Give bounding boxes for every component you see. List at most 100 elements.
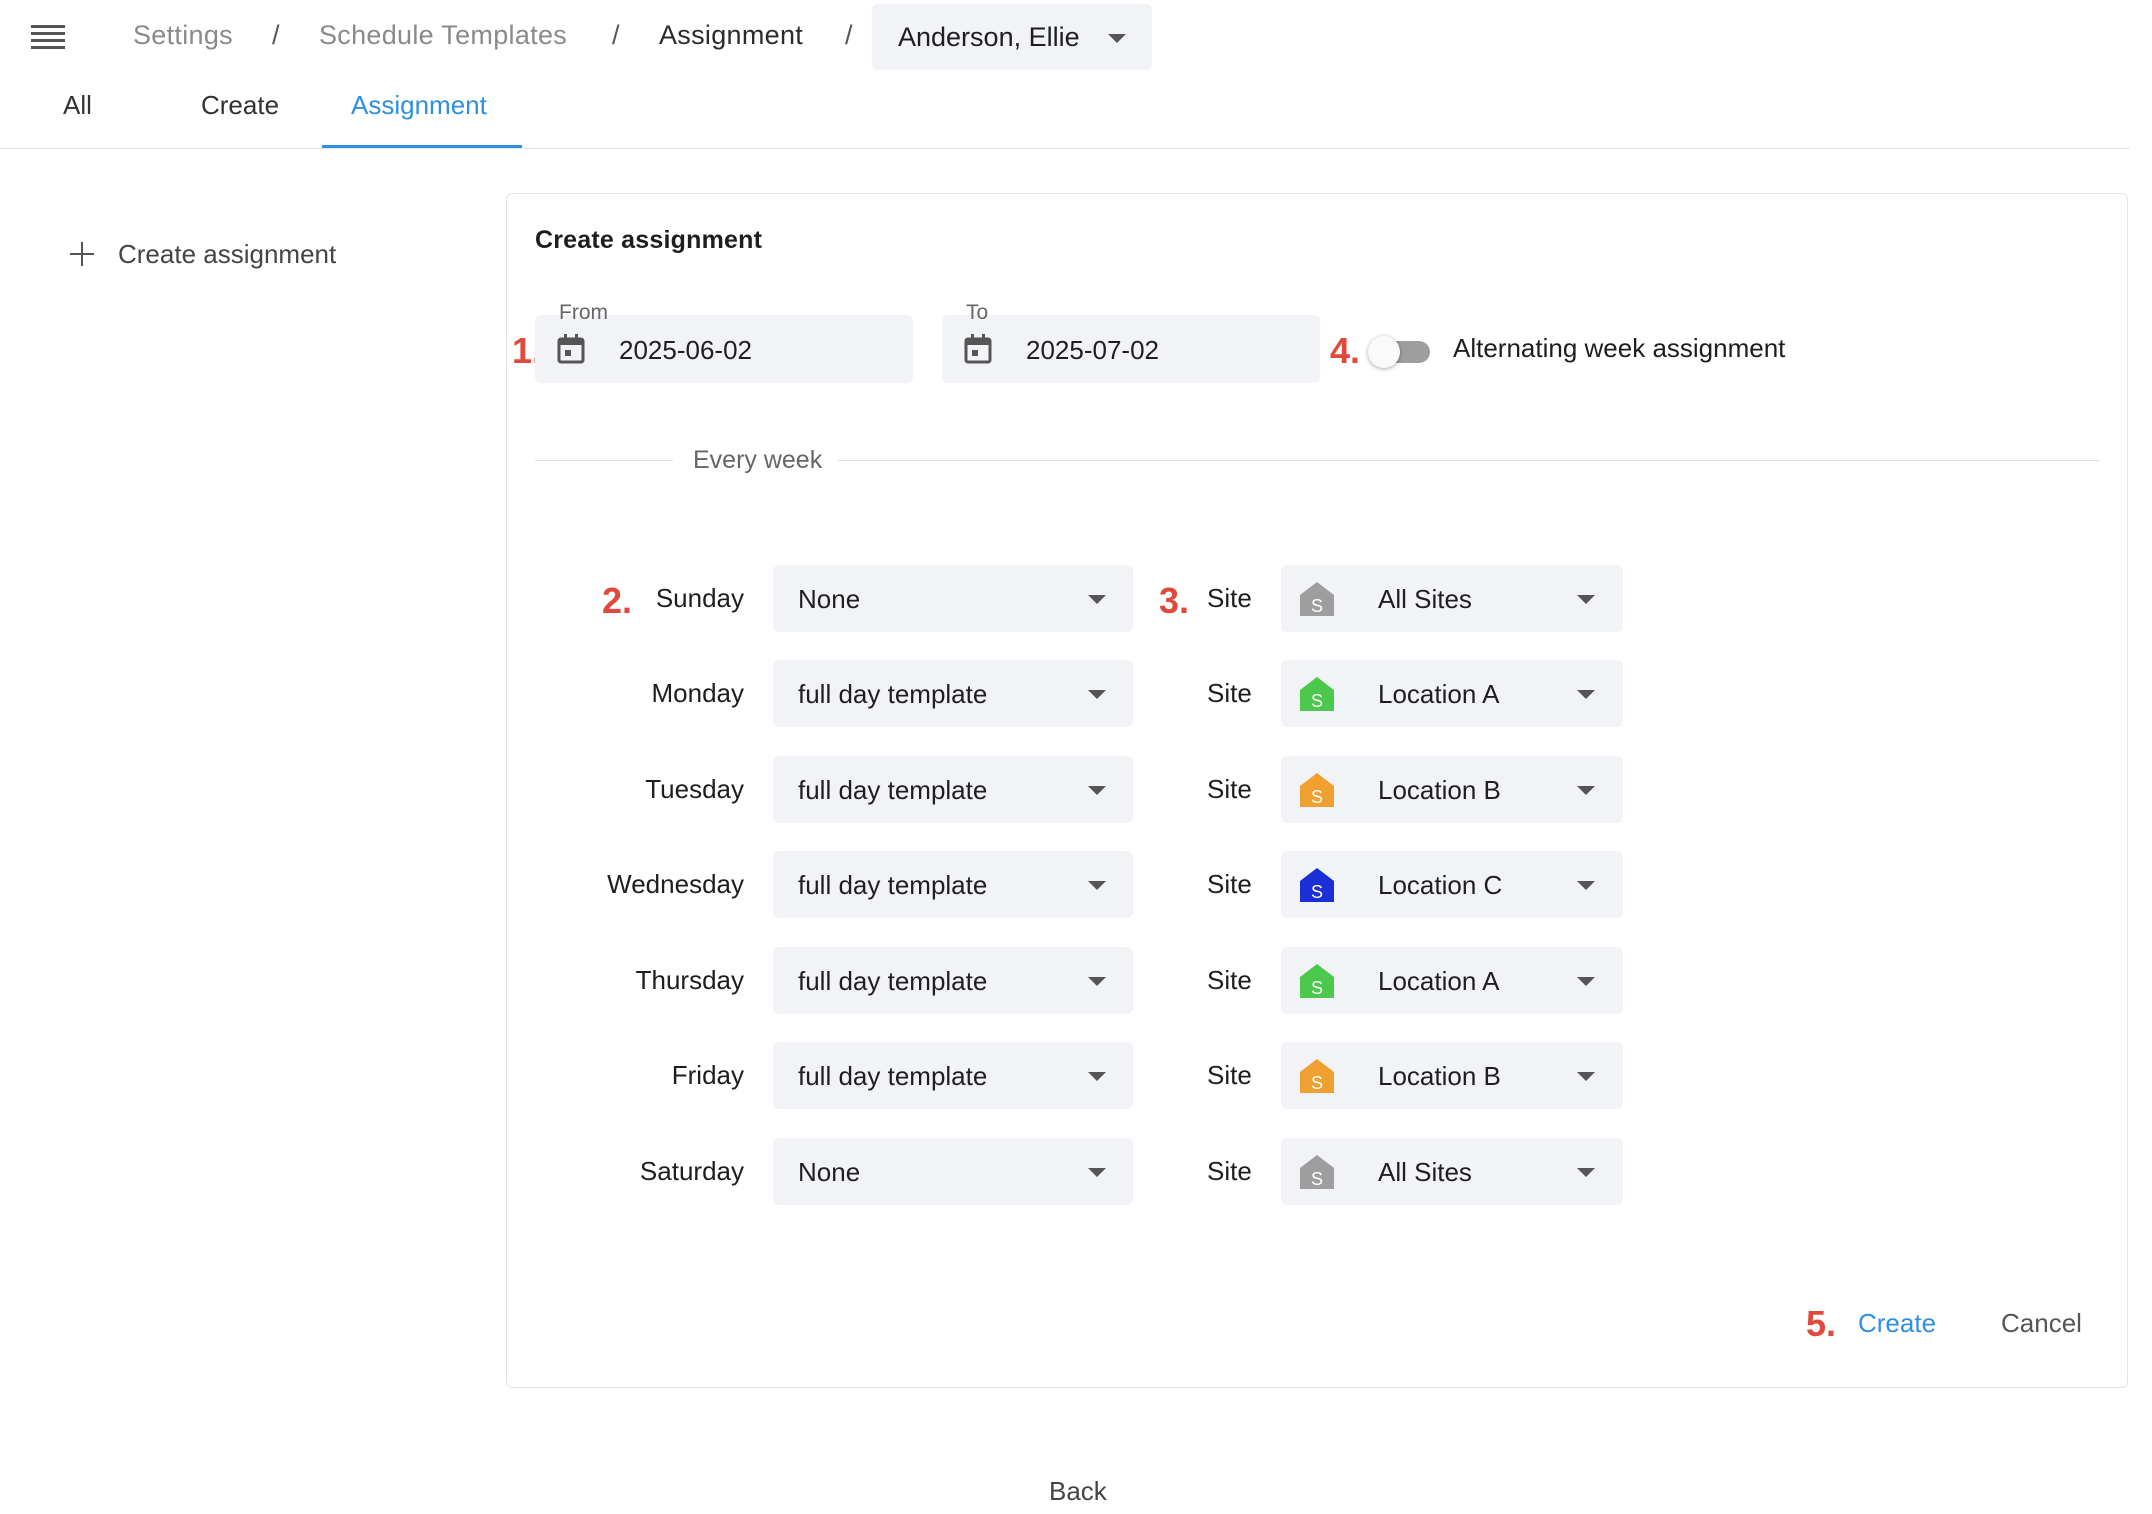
site-house-icon: S	[1300, 677, 1334, 711]
site-label: Site	[1207, 1156, 1252, 1186]
site-select[interactable]: S All Sites	[1281, 565, 1623, 632]
breadcrumb-separator: /	[612, 20, 620, 50]
create-button[interactable]: Create	[1858, 1308, 1936, 1339]
template-select[interactable]: full day template	[773, 660, 1133, 727]
site-select-value: Location A	[1378, 679, 1500, 709]
breadcrumb-schedule-templates[interactable]: Schedule Templates	[319, 20, 567, 51]
svg-text:S: S	[1311, 978, 1323, 998]
site-house-icon: S	[1300, 1155, 1334, 1189]
back-button[interactable]: Back	[1049, 1476, 1107, 1507]
site-house-icon: S	[1300, 773, 1334, 807]
site-label: Site	[1207, 965, 1252, 995]
user-select[interactable]: Anderson, Ellie	[872, 4, 1152, 70]
svg-text:S: S	[1311, 691, 1323, 711]
chevron-down-icon	[1577, 1072, 1595, 1081]
template-select-value: full day template	[798, 966, 988, 996]
day-label: Friday	[671, 1060, 744, 1090]
breadcrumb-settings[interactable]: Settings	[133, 20, 233, 51]
annotation-4: 4.	[1330, 330, 1361, 371]
site-label: Site	[1207, 774, 1252, 804]
from-label: From	[559, 301, 608, 324]
from-date-field[interactable]: From 2025-06-02	[535, 301, 913, 383]
chevron-down-icon	[1577, 977, 1595, 986]
template-select[interactable]: full day template	[773, 947, 1133, 1014]
chevron-down-icon	[1088, 786, 1106, 795]
site-select[interactable]: S Location B	[1281, 756, 1623, 823]
site-select-value: Location B	[1378, 1061, 1501, 1091]
user-select-value: Anderson, Ellie	[898, 22, 1080, 52]
svg-text:S: S	[1311, 1073, 1323, 1093]
breadcrumb-separator: /	[845, 20, 853, 50]
site-house-icon: S	[1300, 964, 1334, 998]
tabs-divider	[0, 148, 2130, 149]
chevron-down-icon	[1577, 786, 1595, 795]
template-select[interactable]: full day template	[773, 851, 1133, 918]
site-select-value: All Sites	[1378, 584, 1472, 614]
site-select-value: Location C	[1378, 870, 1503, 900]
day-label: Wednesday	[607, 869, 744, 899]
cancel-button[interactable]: Cancel	[2001, 1308, 2082, 1339]
card-title: Create assignment	[535, 226, 763, 254]
day-label: Thursday	[635, 965, 744, 995]
template-select-value: full day template	[798, 775, 988, 805]
tab-create[interactable]: Create	[201, 90, 279, 148]
svg-text:S: S	[1311, 1169, 1323, 1189]
site-house-icon: S	[1300, 582, 1334, 616]
section-divider	[838, 460, 2100, 461]
template-select[interactable]: None	[773, 565, 1133, 632]
to-label: To	[966, 301, 989, 324]
svg-text:S: S	[1311, 596, 1323, 616]
chevron-down-icon	[1108, 34, 1126, 43]
template-select[interactable]: full day template	[773, 756, 1133, 823]
site-select[interactable]: S Location B	[1281, 1042, 1623, 1109]
site-select-value: All Sites	[1378, 1157, 1472, 1187]
alternating-week-toggle[interactable]	[1368, 336, 1432, 368]
annotation-5: 5.	[1806, 1303, 1837, 1344]
site-label: Site	[1207, 869, 1252, 899]
site-label: Site	[1207, 678, 1252, 708]
annotation-3: 3.	[1159, 580, 1190, 621]
chevron-down-icon	[1088, 881, 1106, 890]
svg-text:S: S	[1311, 882, 1323, 902]
day-label: Monday	[651, 678, 745, 708]
to-date-value: 2025-07-02	[1026, 335, 1159, 365]
every-week-label: Every week	[693, 446, 823, 474]
to-date-field[interactable]: To 2025-07-02	[942, 301, 1320, 383]
svg-text:S: S	[1311, 787, 1323, 807]
create-assignment-button[interactable]: Create assignment	[70, 236, 336, 272]
tab-all[interactable]: All	[63, 90, 92, 148]
alternating-week-label: Alternating week assignment	[1453, 333, 1786, 363]
site-house-icon: S	[1300, 1059, 1334, 1093]
calendar-icon	[964, 334, 992, 364]
menu-icon[interactable]	[31, 25, 65, 49]
calendar-icon	[557, 334, 585, 364]
plus-icon	[70, 242, 94, 266]
site-select[interactable]: S Location C	[1281, 851, 1623, 918]
template-select-value: full day template	[798, 679, 988, 709]
template-select-value: full day template	[798, 1061, 988, 1091]
create-assignment-label: Create assignment	[118, 238, 337, 269]
chevron-down-icon	[1577, 881, 1595, 890]
site-select[interactable]: S Location A	[1281, 660, 1623, 727]
tab-assignment[interactable]: Assignment	[351, 90, 487, 148]
site-label: Site	[1207, 583, 1252, 613]
breadcrumb-assignment: Assignment	[659, 20, 804, 50]
day-label: Saturday	[639, 1156, 744, 1186]
template-select-value: full day template	[798, 870, 988, 900]
site-house-icon: S	[1300, 868, 1334, 902]
chevron-down-icon	[1088, 977, 1106, 986]
template-select-value: None	[798, 1157, 861, 1187]
site-select[interactable]: S Location A	[1281, 947, 1623, 1014]
site-select[interactable]: S All Sites	[1281, 1138, 1623, 1205]
site-label: Site	[1207, 1060, 1252, 1090]
from-date-value: 2025-06-02	[619, 335, 752, 365]
template-select-value: None	[798, 584, 861, 614]
template-select[interactable]: None	[773, 1138, 1133, 1205]
chevron-down-icon	[1088, 595, 1106, 604]
chevron-down-icon	[1577, 690, 1595, 699]
section-divider	[535, 460, 673, 461]
template-select[interactable]: full day template	[773, 1042, 1133, 1109]
site-select-value: Location A	[1378, 966, 1500, 996]
chevron-down-icon	[1088, 690, 1106, 699]
chevron-down-icon	[1577, 1168, 1595, 1177]
